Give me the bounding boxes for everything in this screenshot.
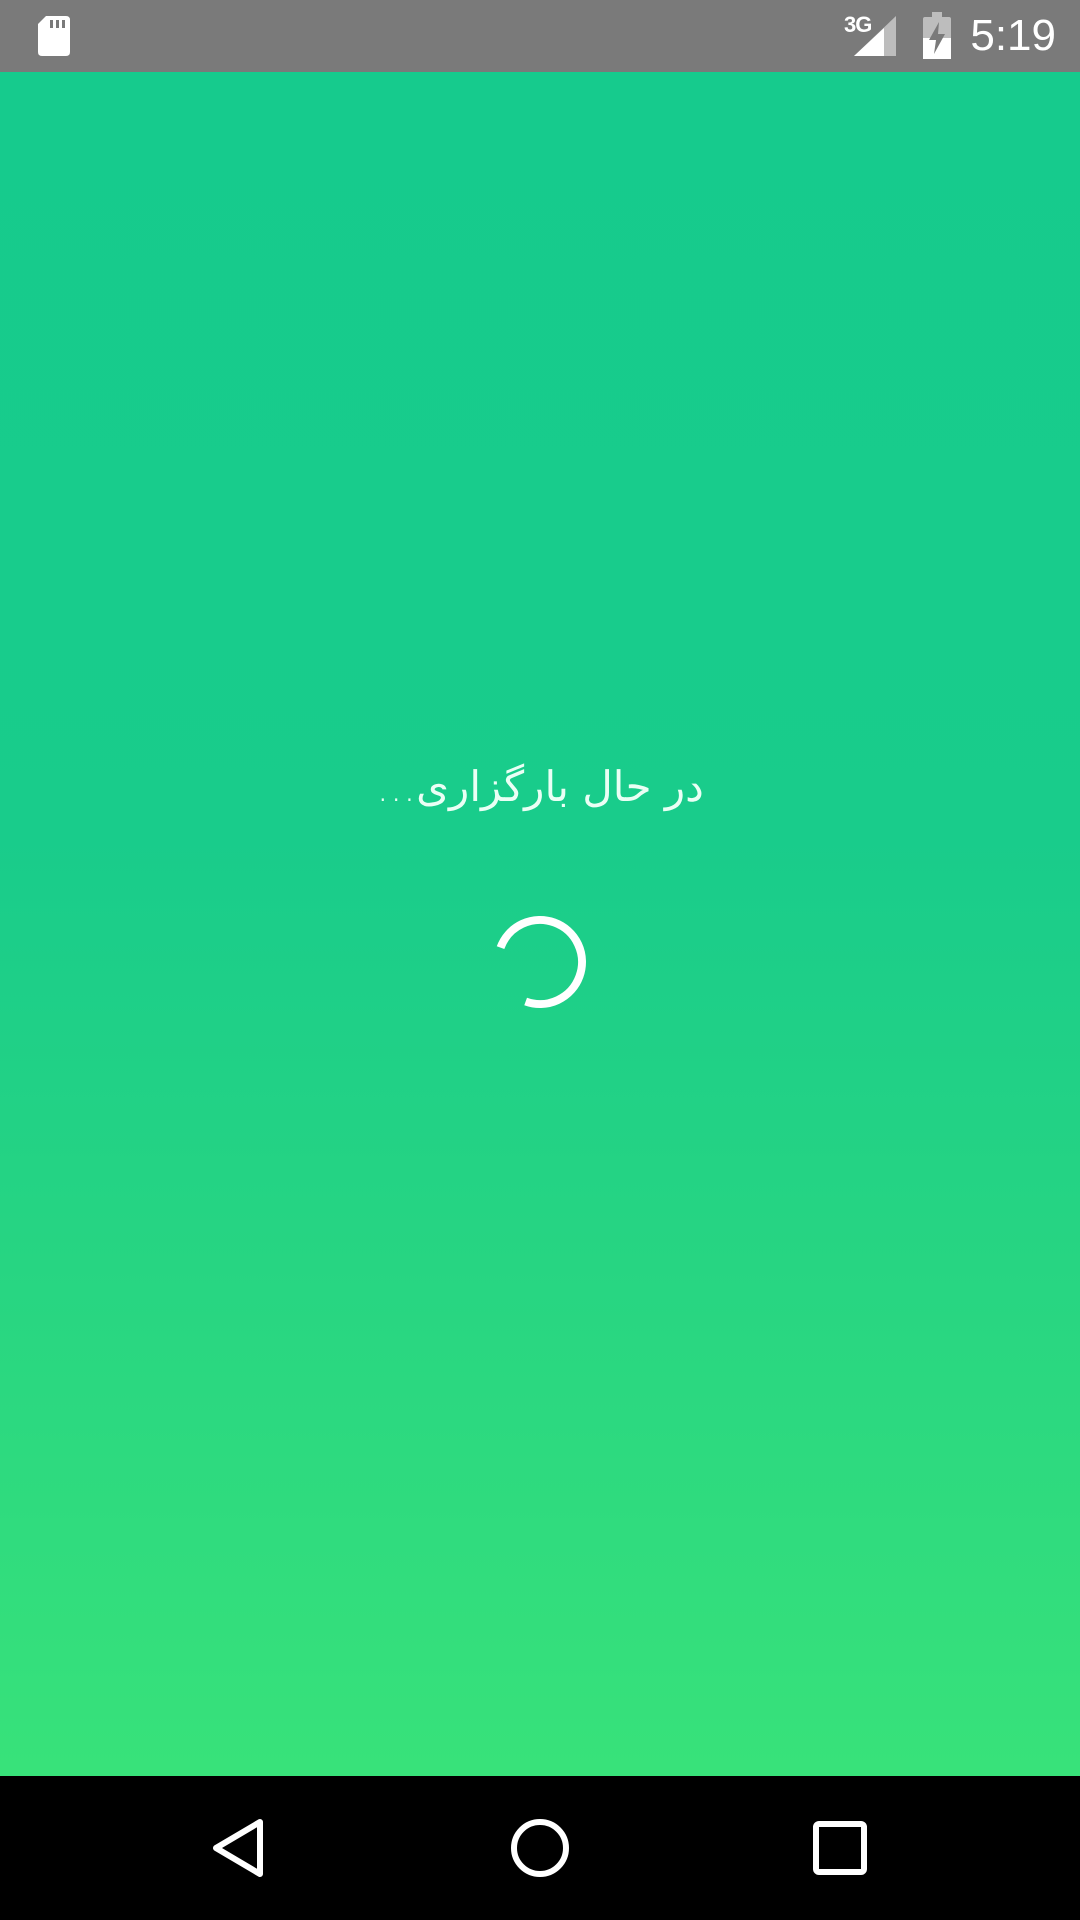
sd-card-icon [38, 16, 70, 56]
clock: 5:19 [970, 11, 1056, 60]
home-icon[interactable] [498, 1806, 582, 1890]
loading-text: در حال بارگزاری... [376, 762, 704, 811]
status-bar: 3G 5:19 [0, 0, 1080, 72]
battery-charging-icon [923, 12, 951, 59]
loading-spinner-icon [496, 916, 586, 1008]
recents-icon[interactable] [798, 1806, 882, 1890]
navigation-bar [0, 1776, 1080, 1920]
signal-icon [854, 16, 896, 56]
back-icon[interactable] [198, 1806, 282, 1890]
screen: 3G 5:19 در حال بارگزاری... [0, 0, 1080, 1920]
main-content: در حال بارگزاری... [0, 72, 1080, 1776]
